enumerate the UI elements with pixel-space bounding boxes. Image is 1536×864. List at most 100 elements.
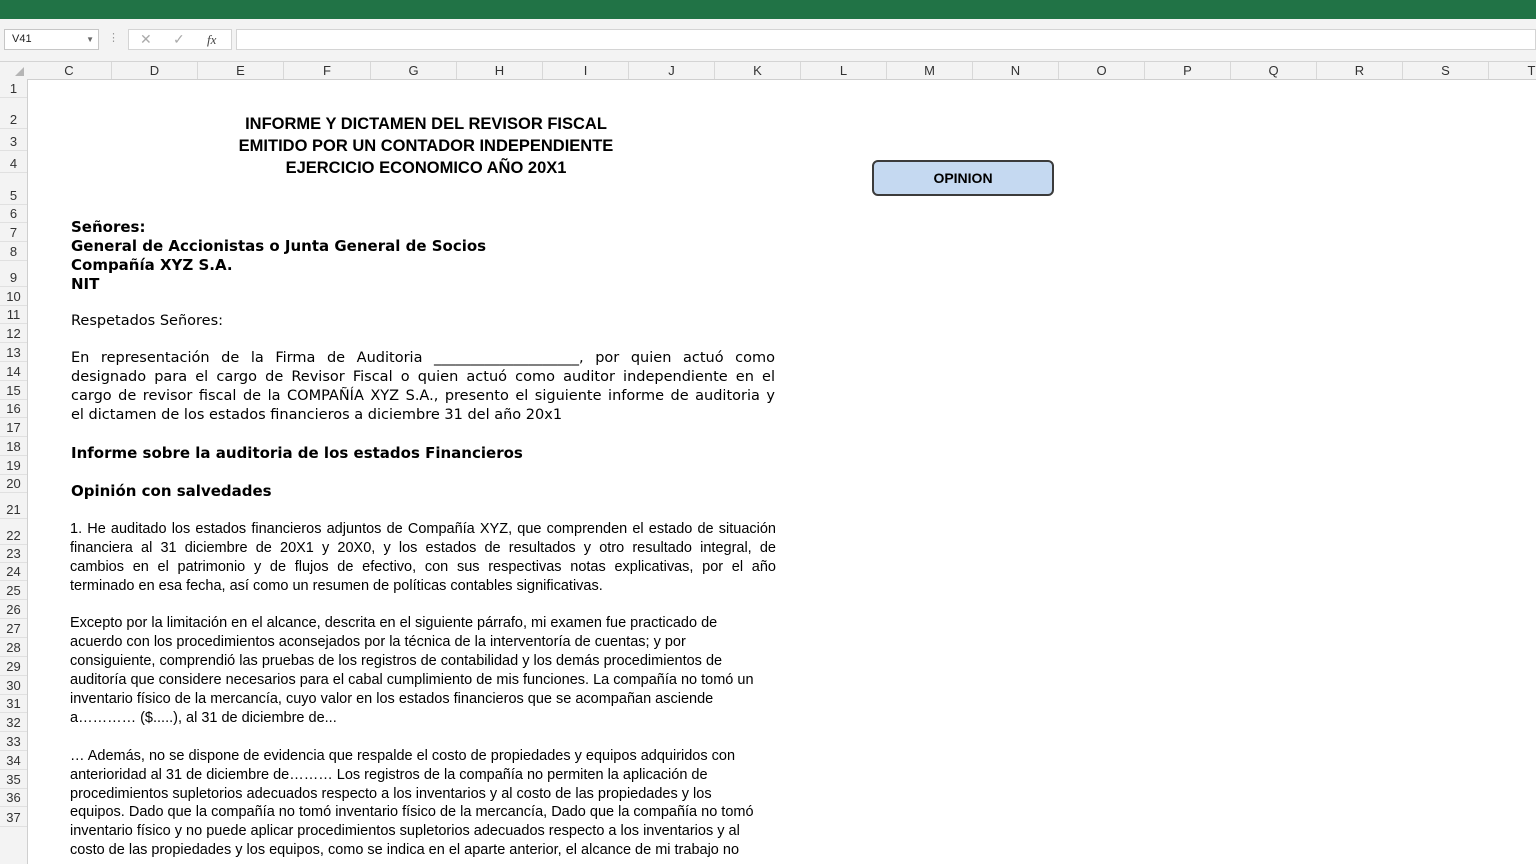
worksheet-grid[interactable]: INFORME Y DICTAMEN DEL REVISOR FISCAL EM… bbox=[28, 80, 1536, 864]
para2-line: acuerdo con los procedimientos aconsejad… bbox=[70, 634, 686, 650]
row-header[interactable]: 13 bbox=[0, 343, 27, 362]
row-header[interactable]: 25 bbox=[0, 581, 27, 600]
formula-bar: V41 ▼ ⋮ ✕ ✓ fx bbox=[0, 19, 1536, 62]
row-header[interactable]: 36 bbox=[0, 789, 27, 807]
drag-handle-icon[interactable]: ⋮ bbox=[108, 33, 119, 44]
row-header[interactable]: 8 bbox=[0, 242, 27, 261]
column-header[interactable]: O bbox=[1059, 62, 1145, 79]
row-header[interactable]: 35 bbox=[0, 770, 27, 789]
row-header[interactable]: 34 bbox=[0, 751, 27, 770]
row-header[interactable]: 15 bbox=[0, 381, 27, 400]
section-heading: Informe sobre la auditoria de los estado… bbox=[71, 444, 523, 462]
column-header[interactable]: M bbox=[887, 62, 973, 79]
row-header[interactable]: 20 bbox=[0, 475, 27, 493]
column-header[interactable]: F bbox=[284, 62, 371, 79]
column-header[interactable]: T bbox=[1489, 62, 1536, 79]
para3-line: inventario físico y no puede aplicar pro… bbox=[70, 823, 740, 839]
row-header[interactable]: 24 bbox=[0, 563, 27, 581]
para3-line: equipos. Dado que la compañía no tomó in… bbox=[70, 804, 754, 820]
row-header[interactable]: 23 bbox=[0, 545, 27, 563]
cancel-icon[interactable]: ✕ bbox=[140, 31, 152, 48]
row-header[interactable]: 2 bbox=[0, 98, 27, 129]
row-header[interactable]: 18 bbox=[0, 437, 27, 456]
addressee-line: Compañía XYZ S.A. bbox=[71, 256, 233, 274]
row-header[interactable]: 5 bbox=[0, 173, 27, 205]
row-header[interactable]: 9 bbox=[0, 261, 27, 287]
row-header[interactable]: 22 bbox=[0, 519, 27, 545]
row-header[interactable]: 3 bbox=[0, 129, 27, 151]
para2-line: consiguiente, comprendió las pruebas de … bbox=[70, 653, 723, 669]
row-header[interactable]: 1 bbox=[0, 79, 27, 98]
row-header[interactable]: 21 bbox=[0, 493, 27, 519]
column-header[interactable]: D bbox=[112, 62, 198, 79]
row-header[interactable]: 14 bbox=[0, 362, 27, 381]
para1-line: terminado en esa fecha, así como un resu… bbox=[70, 578, 603, 594]
para3-line: procedimientos supletorios adecuados res… bbox=[70, 786, 712, 802]
row-header[interactable]: 33 bbox=[0, 732, 27, 751]
formula-input[interactable] bbox=[236, 29, 1536, 50]
column-header[interactable]: H bbox=[457, 62, 543, 79]
para3-line: anterioridad al 31 de diciembre de……… Lo… bbox=[70, 767, 708, 783]
column-header[interactable]: S bbox=[1403, 62, 1489, 79]
column-header[interactable]: G bbox=[371, 62, 457, 79]
column-header[interactable]: K bbox=[715, 62, 801, 79]
column-header[interactable]: C bbox=[27, 62, 112, 79]
row-header[interactable]: 10 bbox=[0, 287, 27, 306]
para3-line: … Además, no se dispone de evidencia que… bbox=[70, 748, 736, 764]
row-header[interactable]: 32 bbox=[0, 713, 27, 732]
row-header[interactable]: 4 bbox=[0, 151, 27, 173]
column-header[interactable]: R bbox=[1317, 62, 1403, 79]
para1-line: cambios en el patrimonio y de flujos de … bbox=[70, 559, 776, 575]
row-header[interactable]: 30 bbox=[0, 676, 27, 695]
insert-function-icon[interactable]: fx bbox=[207, 32, 216, 48]
intro-line: En representación de la Firma de Auditor… bbox=[71, 350, 775, 366]
row-header[interactable]: 12 bbox=[0, 324, 27, 343]
intro-line: cargo de revisor fiscal de la COMPAÑÍA X… bbox=[71, 388, 775, 404]
greeting: Respetados Señores: bbox=[71, 313, 224, 329]
addressee-line: Señores: bbox=[71, 218, 146, 236]
doc-title-line: INFORME Y DICTAMEN DEL REVISOR FISCAL bbox=[245, 115, 607, 133]
column-header[interactable]: N bbox=[973, 62, 1059, 79]
name-box[interactable]: V41 ▼ bbox=[4, 29, 99, 50]
row-header[interactable]: 31 bbox=[0, 695, 27, 713]
para2-line: a………… ($.....), al 31 de diciembre de... bbox=[70, 710, 337, 726]
para3-line: costo de las propiedades y los equipos, … bbox=[70, 842, 740, 858]
para1-line: 1. He auditado los estados financieros a… bbox=[70, 521, 776, 537]
row-header[interactable]: 29 bbox=[0, 657, 27, 676]
column-header[interactable]: Q bbox=[1231, 62, 1317, 79]
column-header[interactable]: E bbox=[198, 62, 284, 79]
chevron-down-icon[interactable]: ▼ bbox=[86, 30, 94, 49]
row-header[interactable]: 19 bbox=[0, 456, 27, 475]
column-header[interactable]: P bbox=[1145, 62, 1231, 79]
row-header[interactable]: 26 bbox=[0, 600, 27, 619]
row-header[interactable]: 11 bbox=[0, 306, 27, 324]
formula-buttons: ✕ ✓ fx bbox=[128, 29, 232, 50]
row-header[interactable]: 28 bbox=[0, 638, 27, 657]
column-header[interactable]: L bbox=[801, 62, 887, 79]
addressee-line: General de Accionistas o Junta General d… bbox=[71, 237, 487, 255]
row-header[interactable]: 7 bbox=[0, 223, 27, 242]
doc-title-line: EJERCICIO ECONOMICO AÑO 20X1 bbox=[285, 159, 567, 177]
subsection-heading: Opinión con salvedades bbox=[71, 482, 272, 500]
column-header[interactable]: I bbox=[543, 62, 629, 79]
para2-line: inventario físico de la mercancía, cuyo … bbox=[70, 691, 714, 707]
column-header[interactable]: J bbox=[629, 62, 715, 79]
column-headers: CDEFGHIJKLMNOPQRST bbox=[0, 62, 1536, 80]
row-header[interactable]: 17 bbox=[0, 418, 27, 437]
enter-check-icon[interactable]: ✓ bbox=[173, 31, 185, 48]
addressee-line: NIT bbox=[71, 275, 100, 293]
opinion-button[interactable]: OPINION bbox=[872, 160, 1054, 196]
doc-title-line: EMITIDO POR UN CONTADOR INDEPENDIENTE bbox=[238, 137, 614, 155]
row-headers: 1 2 3 4 5 6 7 8 9 10 11 12 13 14 15 16 17 18 19 20 21 22 23 24 2… bbox=[0, 79, 28, 864]
row-header[interactable]: 16 bbox=[0, 400, 27, 418]
select-all-corner[interactable] bbox=[0, 62, 27, 79]
title-bar bbox=[0, 0, 1536, 19]
row-header[interactable]: 37 bbox=[0, 807, 27, 827]
row-header[interactable]: 27 bbox=[0, 619, 27, 638]
name-box-value: V41 bbox=[12, 33, 32, 45]
para2-line: auditoría que considere necesarios para … bbox=[70, 672, 754, 688]
para1-line: financiera al 31 diciembre de 20X1 y 20X… bbox=[70, 540, 776, 556]
para2-line: Excepto por la limitación en el alcance,… bbox=[70, 615, 718, 631]
intro-line: designado para el cargo de Revisor Fisca… bbox=[71, 369, 775, 385]
row-header[interactable]: 6 bbox=[0, 205, 27, 223]
